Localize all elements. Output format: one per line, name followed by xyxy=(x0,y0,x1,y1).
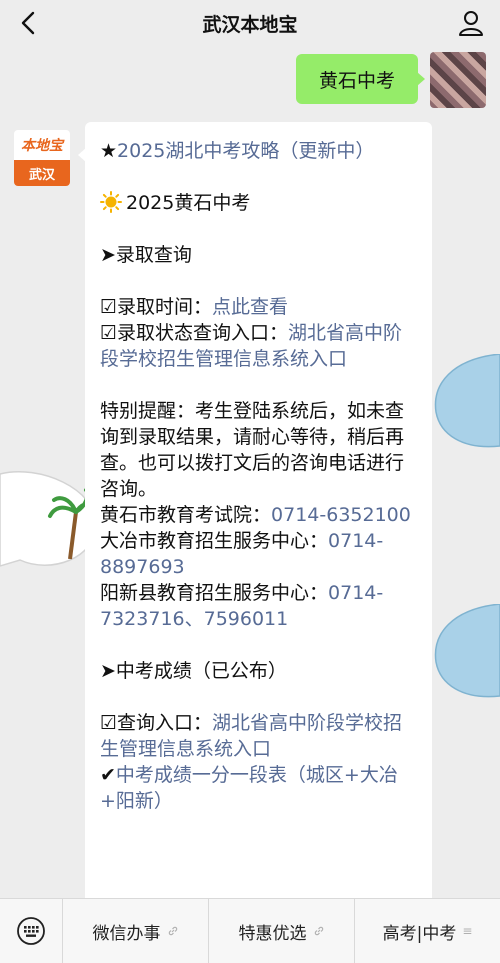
menu-gaokao-zhongkao[interactable]: 高考|中考 ≡ xyxy=(354,899,500,963)
whale-bubble-decoration xyxy=(434,354,500,448)
keyboard-toggle-button[interactable] xyxy=(0,899,62,963)
bot-avatar-logo-text: 本地宝 xyxy=(21,138,63,154)
contact-name: 黄石市教育考试院： xyxy=(100,504,272,526)
bottom-menu-bar: 微信办事 特惠优选 高考|中考 ≡ xyxy=(0,898,500,963)
official-account-profile-icon[interactable] xyxy=(456,8,486,38)
guide-link[interactable]: 2025湖北中考攻略（更新中） xyxy=(117,140,374,162)
contact-phone[interactable]: 0714-6352100 xyxy=(271,504,411,526)
score-entry-label: ☑查询入口： xyxy=(100,712,213,734)
score-table-link[interactable]: 中考成绩一分一段表（城区+大冶+阳新） xyxy=(100,764,398,812)
link-icon xyxy=(168,926,177,936)
page-title: 武汉本地宝 xyxy=(202,13,298,36)
bot-message-bubble: ★2025湖北中考攻略（更新中） 2025黄石中考 ➤录取查询 ☑录取时间：点此… xyxy=(78,122,432,898)
menu-label: 高考|中考 xyxy=(382,923,457,944)
sun-icon xyxy=(100,191,122,213)
back-arrow-icon[interactable] xyxy=(14,8,44,38)
chat-area[interactable]: 黄石中考 本地宝 武汉 ★2025湖北中考攻略（更新中） 2025黄石中考 ➤录… xyxy=(0,46,500,898)
menu-special-offers[interactable]: 特惠优选 xyxy=(208,899,354,963)
menu-label: 微信办事 xyxy=(92,923,161,944)
admit-time-label: ☑录取时间： xyxy=(100,296,213,318)
my-avatar[interactable] xyxy=(430,52,486,108)
heading-text: 2025黄石中考 xyxy=(126,192,251,214)
guide-star: ★ xyxy=(100,140,118,162)
admit-time-line: ☑录取时间：点此查看 xyxy=(100,294,418,320)
my-message-bubble[interactable]: 黄石中考 xyxy=(296,54,425,104)
score-entry-line: ☑查询入口：湖北省高中阶段学校招生管理信息系统入口 xyxy=(100,710,418,762)
contact-row: 阳新县教育招生服务中心：0714-7323716、7596011 xyxy=(100,580,418,632)
contact-name: 大冶市教育招生服务中心： xyxy=(100,530,329,552)
guide-line: ★2025湖北中考攻略（更新中） xyxy=(100,138,418,164)
section-admission-title: ➤录取查询 xyxy=(100,244,192,266)
contact-row: 大冶市教育招生服务中心：0714-8897693 xyxy=(100,528,418,580)
reminder-text: 特别提醒：考生登陆系统后，如未查询到录取结果，请耐心等待，稍后再查。也可以拨打文… xyxy=(100,400,405,500)
admit-time-link[interactable]: 点此查看 xyxy=(212,296,288,318)
check-icon: ✔ xyxy=(100,764,116,786)
score-table-line: ✔中考成绩一分一段表（城区+大冶+阳新） xyxy=(100,762,418,814)
section-score-title: ➤中考成绩（已公布） xyxy=(100,660,287,682)
heading-line: 2025黄石中考 xyxy=(100,190,418,216)
bot-avatar[interactable]: 本地宝 武汉 xyxy=(14,130,70,186)
top-bar: 武汉本地宝 xyxy=(0,0,500,46)
bot-avatar-city: 武汉 xyxy=(14,160,70,186)
admit-status-line: ☑录取状态查询入口：湖北省高中阶段学校招生管理信息系统入口 xyxy=(100,320,418,372)
submenu-icon: ≡ xyxy=(462,924,473,938)
palm-tree-bubble-decoration xyxy=(0,471,96,567)
whale-bubble-decoration-2 xyxy=(434,604,500,698)
menu-wechat-services[interactable]: 微信办事 xyxy=(62,899,208,963)
link-icon xyxy=(314,926,323,936)
admit-status-label: ☑录取状态查询入口： xyxy=(100,322,289,344)
keyboard-icon xyxy=(17,917,45,945)
contact-row: 黄石市教育考试院：0714-6352100 xyxy=(100,502,418,528)
menu-label: 特惠优选 xyxy=(238,923,307,944)
contact-name: 阳新县教育招生服务中心： xyxy=(100,582,329,604)
bot-message-text: ★2025湖北中考攻略（更新中） 2025黄石中考 ➤录取查询 ☑录取时间：点此… xyxy=(100,138,418,814)
